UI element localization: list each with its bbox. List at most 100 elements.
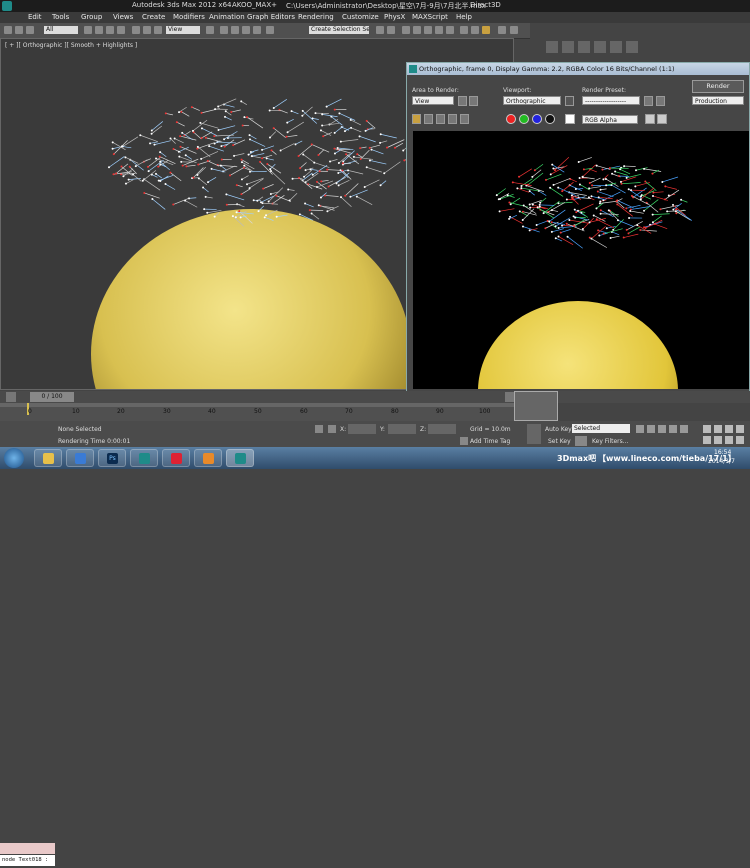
next-key-icon[interactable] <box>669 425 677 433</box>
y-coordinate-field[interactable] <box>388 424 416 434</box>
display-channel-dropdown[interactable]: RGB Alpha <box>582 115 638 124</box>
start-button-icon[interactable] <box>4 448 24 468</box>
menu-maxscript[interactable]: MAXScript <box>412 13 448 21</box>
move-icon[interactable] <box>132 26 140 34</box>
menu-rendering[interactable]: Rendering <box>298 13 334 21</box>
lock-selection-icon[interactable] <box>315 425 323 433</box>
red-channel-toggle-icon[interactable] <box>506 114 516 124</box>
prev-frame-icon[interactable] <box>6 392 16 402</box>
abs-mode-icon[interactable] <box>328 425 336 433</box>
utilities-tab-icon[interactable] <box>626 41 638 53</box>
track-bar[interactable]: 0 10 20 30 40 50 60 70 80 90 100 <box>0 403 514 421</box>
menu-graph-editors[interactable]: Graph Editors <box>247 13 295 21</box>
rendered-frame-icon[interactable] <box>471 26 479 34</box>
motion-tab-icon[interactable] <box>594 41 606 53</box>
taskbar-photoshop[interactable]: Ps <box>98 449 126 467</box>
modify-tab-icon[interactable] <box>562 41 574 53</box>
key-mode-box[interactable] <box>514 391 558 421</box>
time-tag-icon[interactable] <box>460 437 468 445</box>
select-object-icon[interactable] <box>84 26 92 34</box>
taskbar-media[interactable] <box>66 449 94 467</box>
mirror-icon[interactable] <box>376 26 384 34</box>
add-time-tag[interactable]: Add Time Tag <box>470 438 510 445</box>
go-to-start-icon[interactable] <box>636 425 644 433</box>
render-preset-dropdown[interactable]: ------------------- <box>582 96 640 105</box>
toggle-ui-icon[interactable] <box>645 114 655 124</box>
area-to-render-dropdown[interactable]: View <box>412 96 454 105</box>
menu-customize[interactable]: Customize <box>342 13 379 21</box>
time-slider[interactable]: 0 / 100 <box>0 391 750 403</box>
x-coordinate-field[interactable] <box>348 424 376 434</box>
app-logo-icon[interactable] <box>2 1 12 11</box>
menu-create[interactable]: Create <box>142 13 165 21</box>
render-setup-icon[interactable] <box>460 26 468 34</box>
render-iterative-icon[interactable] <box>510 26 518 34</box>
ref-coord-dropdown[interactable]: View <box>166 26 200 34</box>
go-to-end-icon[interactable] <box>680 425 688 433</box>
menu-help[interactable]: Help <box>456 13 472 21</box>
set-key-button[interactable]: Set Key <box>548 438 571 445</box>
menu-physx[interactable]: PhysX <box>384 13 405 21</box>
select-by-name-icon[interactable] <box>95 26 103 34</box>
maximize-viewport-icon[interactable] <box>736 436 744 444</box>
viewport-dropdown[interactable]: Orthographic <box>503 96 561 105</box>
menu-animation[interactable]: Animation <box>209 13 245 21</box>
render-teapot-icon[interactable] <box>482 26 490 34</box>
play-icon[interactable] <box>658 425 666 433</box>
menu-modifiers[interactable]: Modifiers <box>173 13 205 21</box>
orbit-icon[interactable] <box>725 436 733 444</box>
menu-group[interactable]: Group <box>81 13 102 21</box>
selection-filter-dropdown[interactable]: All <box>44 26 78 34</box>
prev-key-icon[interactable] <box>647 425 655 433</box>
render-setup-icon-rw[interactable] <box>644 96 653 106</box>
link-icon[interactable] <box>26 26 34 34</box>
taskbar-explorer[interactable] <box>34 449 62 467</box>
save-image-icon[interactable] <box>412 114 421 124</box>
render-button[interactable]: Render <box>692 80 744 93</box>
zoom-extents-all-icon[interactable] <box>736 425 744 433</box>
maxscript-output[interactable]: node Text018 : <box>0 855 55 866</box>
green-channel-toggle-icon[interactable] <box>519 114 529 124</box>
render-production-icon[interactable] <box>498 26 506 34</box>
percent-snap-icon[interactable] <box>242 26 250 34</box>
set-key-icon[interactable] <box>575 436 587 446</box>
time-slider-thumb[interactable]: 0 / 100 <box>30 392 74 402</box>
create-tab-icon[interactable] <box>546 41 558 53</box>
auto-key-button[interactable]: Auto Key <box>545 426 572 433</box>
production-dropdown[interactable]: Production <box>692 96 744 105</box>
align-icon[interactable] <box>387 26 395 34</box>
key-filters-button[interactable]: Key Filters... <box>592 438 629 445</box>
clear-image-icon[interactable] <box>460 114 469 124</box>
environment-icon[interactable] <box>656 96 665 106</box>
auto-region-icon[interactable] <box>469 96 478 106</box>
edit-named-sel-icon[interactable] <box>266 26 274 34</box>
zoom-extents-icon[interactable] <box>725 425 733 433</box>
lock-icon[interactable] <box>565 96 574 106</box>
taskbar-app[interactable] <box>162 449 190 467</box>
toggle-overlay-icon[interactable] <box>657 114 667 124</box>
z-coordinate-field[interactable] <box>428 424 456 434</box>
edit-region-icon[interactable] <box>458 96 467 106</box>
window-crossing-icon[interactable] <box>117 26 125 34</box>
snap-icon[interactable] <box>220 26 228 34</box>
maxscript-listener[interactable]: node Text018 : <box>0 842 55 868</box>
monochrome-swatch-icon[interactable] <box>565 114 575 124</box>
key-mode-dropdown[interactable]: Selected <box>572 424 630 433</box>
alpha-channel-toggle-icon[interactable] <box>545 114 555 124</box>
redo-icon[interactable] <box>15 26 23 34</box>
spinner-snap-icon[interactable] <box>253 26 261 34</box>
zoom-all-icon[interactable] <box>714 425 722 433</box>
rotate-icon[interactable] <box>143 26 151 34</box>
curve-editor-icon[interactable] <box>424 26 432 34</box>
rect-region-icon[interactable] <box>106 26 114 34</box>
key-icon[interactable] <box>527 424 541 444</box>
display-tab-icon[interactable] <box>610 41 622 53</box>
schematic-view-icon[interactable] <box>435 26 443 34</box>
menu-views[interactable]: Views <box>113 13 133 21</box>
field-of-view-icon[interactable] <box>703 436 711 444</box>
scale-icon[interactable] <box>154 26 162 34</box>
pan-icon[interactable] <box>714 436 722 444</box>
layer-icon[interactable] <box>402 26 410 34</box>
print-image-icon[interactable] <box>448 114 457 124</box>
taskbar-3dsmax[interactable] <box>130 449 158 467</box>
